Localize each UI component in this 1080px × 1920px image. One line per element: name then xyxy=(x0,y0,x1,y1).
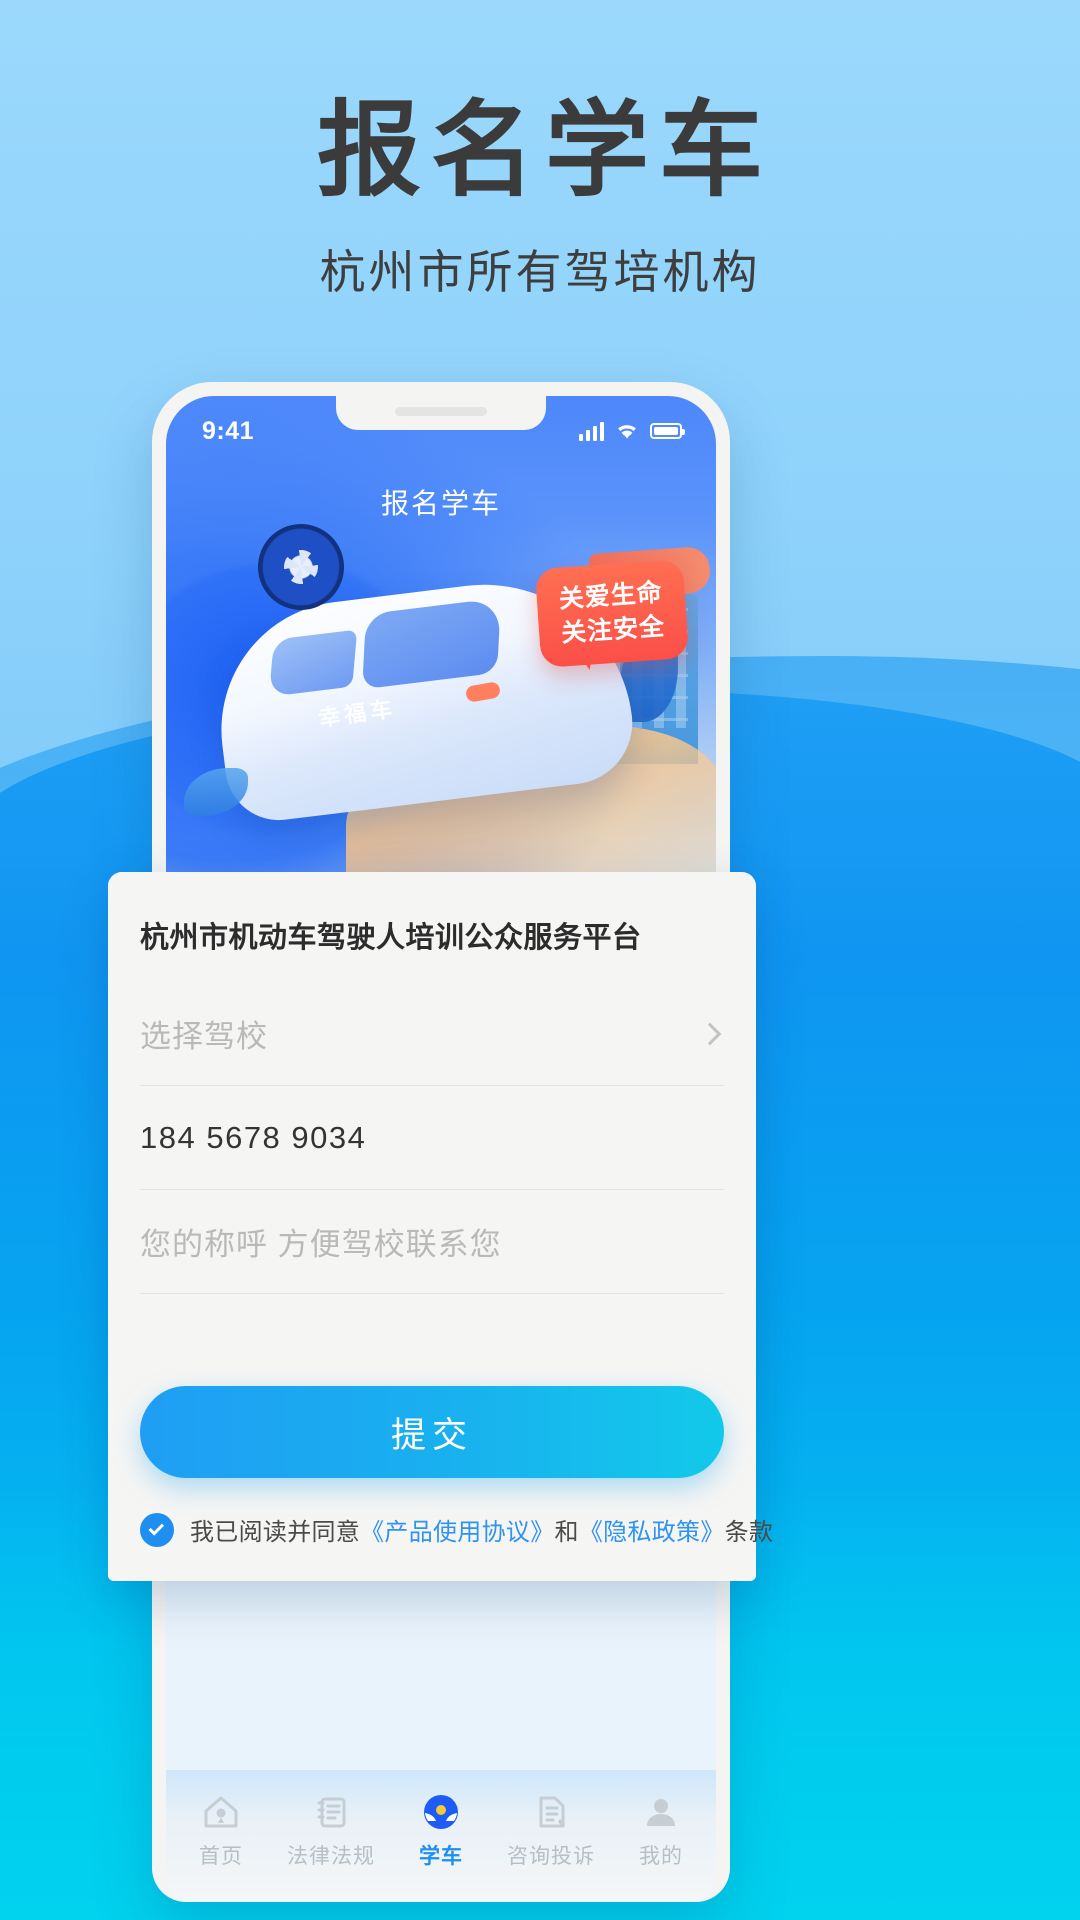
tab-laws[interactable]: 法律法规 xyxy=(276,1786,386,1870)
submit-button[interactable]: 提交 xyxy=(140,1386,724,1478)
agreement-conjunction: 和 xyxy=(554,1519,579,1546)
field-nickname[interactable]: 您的称呼 方便驾校联系您 xyxy=(140,1190,724,1294)
agreement-text: 我已阅读并同意《产品使用协议》和《隐私政策》条款 xyxy=(190,1512,773,1547)
home-pin-icon xyxy=(166,1786,276,1838)
tab-complaints-label: 咨询投诉 xyxy=(507,1845,595,1868)
agreement-row[interactable]: 我已阅读并同意《产品使用协议》和《隐私政策》条款 xyxy=(140,1512,773,1547)
hero-section: 报名学车 杭州市所有驾培机构 xyxy=(0,92,1080,302)
status-bar-time: 9:41 xyxy=(202,416,255,445)
tab-home[interactable]: 首页 xyxy=(166,1786,276,1870)
agreement-suffix: 条款 xyxy=(724,1519,774,1546)
bubble-line-2: 关注安全 xyxy=(560,611,666,648)
user-icon xyxy=(606,1786,716,1838)
phone-input-value: 184 5678 9034 xyxy=(140,1119,367,1155)
bottom-tab-bar: 首页 法律法规 学车 咨询投诉 我的 xyxy=(166,1770,716,1902)
tab-learn-driving-label: 学车 xyxy=(419,1845,463,1868)
tab-mine[interactable]: 我的 xyxy=(606,1786,716,1870)
privacy-policy-link[interactable]: 《隐私政策》 xyxy=(579,1519,725,1546)
check-icon xyxy=(148,1519,165,1536)
agreement-checkbox[interactable] xyxy=(140,1512,174,1547)
document-edit-icon xyxy=(496,1786,606,1838)
tab-mine-label: 我的 xyxy=(639,1845,683,1868)
status-bar: 9:41 xyxy=(166,396,716,460)
nickname-placeholder: 您的称呼 方便驾校联系您 xyxy=(140,1227,502,1262)
form-card-header: 杭州市机动车驾驶人培训公众服务平台 xyxy=(108,872,642,984)
tab-home-label: 首页 xyxy=(199,1845,243,1868)
chevron-right-icon xyxy=(698,1022,722,1045)
agreement-prefix: 我已阅读并同意 xyxy=(190,1519,361,1546)
select-school-placeholder: 选择驾校 xyxy=(140,1019,268,1054)
app-screen-title: 报名学车 xyxy=(380,488,501,519)
page-title: 报名学车 xyxy=(316,93,773,209)
platform-name: 杭州市机动车驾驶人培训公众服务平台 xyxy=(140,922,642,954)
tab-complaints[interactable]: 咨询投诉 xyxy=(496,1786,606,1870)
book-icon xyxy=(276,1786,386,1838)
wifi-icon xyxy=(618,425,636,439)
tab-learn-driving[interactable]: 学车 xyxy=(386,1786,496,1870)
status-bar-indicators xyxy=(579,421,685,441)
signal-bars-icon xyxy=(579,421,604,441)
tab-laws-label: 法律法规 xyxy=(287,1845,375,1868)
field-phone[interactable]: 184 5678 9034 xyxy=(140,1086,724,1190)
signup-form-card: 杭州市机动车驾驶人培训公众服务平台 选择驾校 184 5678 9034 您的称… xyxy=(108,872,773,1581)
product-agreement-link[interactable]: 《产品使用协议》 xyxy=(360,1519,554,1546)
battery-icon xyxy=(650,423,685,439)
field-select-school[interactable]: 选择驾校 xyxy=(140,982,724,1086)
form-card-body: 选择驾校 184 5678 9034 您的称呼 方便驾校联系您 提交 我已阅读并… xyxy=(108,982,773,1581)
steering-wheel-icon xyxy=(386,1786,496,1838)
safety-slogan-bubble: 关爱生命 关注安全 xyxy=(534,558,690,669)
page-subtitle: 杭州市所有驾培机构 xyxy=(319,245,761,298)
